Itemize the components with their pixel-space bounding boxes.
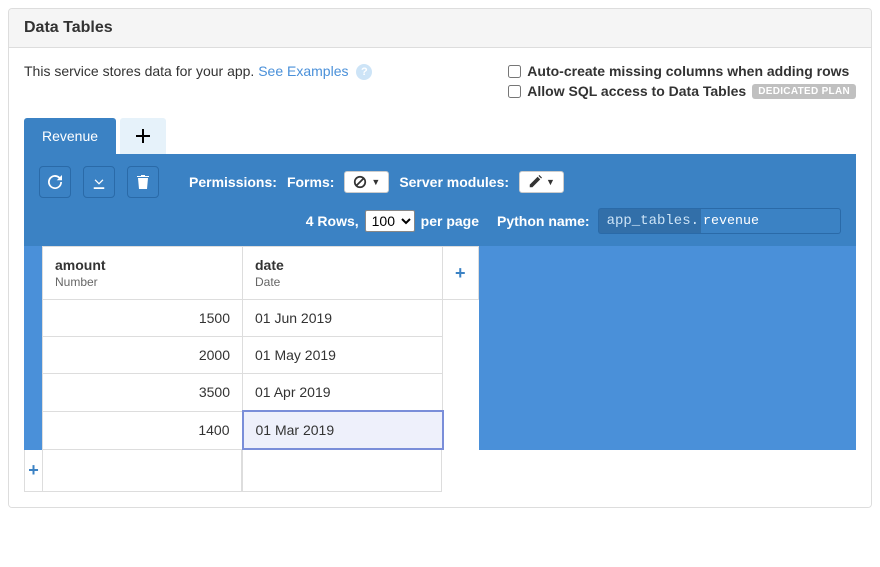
python-name-label: Python name: [497, 213, 590, 229]
sql-access-checkbox[interactable] [508, 85, 521, 98]
python-name-group: Python name: app_tables. [497, 208, 841, 234]
column-name: amount [55, 257, 106, 273]
cell-amount[interactable]: 1500 [43, 300, 243, 337]
column-type: Number [55, 275, 230, 289]
add-row-area: + [24, 450, 856, 492]
rows-count: 4 Rows, [306, 213, 359, 229]
spacer [443, 300, 479, 450]
table-row: 200001 May 2019 [43, 337, 479, 374]
table-row: 350001 Apr 2019 [43, 374, 479, 412]
download-button[interactable] [83, 166, 115, 198]
panel-header: Data Tables [9, 9, 871, 48]
left-gutter [24, 246, 42, 450]
permissions-group: Permissions: Forms: ▼ Server modules: ▼ [189, 171, 564, 193]
rows-info: 4 Rows, 102550100 per page [306, 210, 479, 232]
autocreate-label: Auto-create missing columns when adding … [527, 63, 849, 79]
add-row-button[interactable]: + [24, 450, 42, 492]
top-row: This service stores data for your app. S… [24, 63, 856, 103]
cell-amount[interactable]: 1400 [43, 411, 243, 449]
forms-label: Forms: [287, 174, 334, 190]
python-prefix: app_tables. [598, 208, 701, 234]
panel-body: This service stores data for your app. S… [9, 48, 871, 507]
plus-icon [136, 129, 150, 143]
refresh-button[interactable] [39, 166, 71, 198]
cell-amount[interactable]: 2000 [43, 337, 243, 374]
cell-date[interactable]: 01 Apr 2019 [243, 374, 443, 412]
page-size-select[interactable]: 102550100 [365, 210, 415, 232]
delete-button[interactable] [127, 166, 159, 198]
sql-access-label: Allow SQL access to Data Tables [527, 83, 746, 99]
dedicated-plan-badge: DEDICATED PLAN [752, 84, 856, 99]
forms-permission-button[interactable]: ▼ [344, 171, 389, 193]
new-row-cell[interactable] [42, 450, 242, 492]
panel-title: Data Tables [24, 19, 856, 37]
autocreate-option[interactable]: Auto-create missing columns when adding … [508, 63, 856, 79]
column-header-date[interactable]: date Date [243, 247, 443, 300]
see-examples-link[interactable]: See Examples [258, 63, 348, 79]
sql-access-option[interactable]: Allow SQL access to Data Tables DEDICATE… [508, 83, 856, 99]
plus-icon: + [455, 263, 466, 283]
cell-date[interactable]: 01 Jun 2019 [243, 300, 443, 337]
caret-down-icon: ▼ [546, 177, 555, 187]
options: Auto-create missing columns when adding … [508, 63, 856, 103]
caret-down-icon: ▼ [371, 177, 380, 187]
cell-date[interactable]: 01 Mar 2019 [243, 411, 443, 449]
permissions-label: Permissions: [189, 174, 277, 190]
pencil-icon [528, 175, 542, 189]
description-text: This service stores data for your app. [24, 63, 254, 79]
add-table-button[interactable] [120, 118, 166, 154]
data-grid: amount Number date Date + 1 [42, 246, 479, 450]
no-access-icon [353, 175, 367, 189]
per-page-label: per page [421, 213, 479, 229]
toolbar-buttons [39, 166, 159, 198]
tabs: Revenue [24, 118, 856, 154]
server-permission-button[interactable]: ▼ [519, 171, 564, 193]
description: This service stores data for your app. S… [24, 63, 372, 80]
data-tables-panel: Data Tables This service stores data for… [8, 8, 872, 508]
cell-date[interactable]: 01 May 2019 [243, 337, 443, 374]
autocreate-checkbox[interactable] [508, 65, 521, 78]
help-icon[interactable]: ? [356, 64, 372, 80]
cell-amount[interactable]: 3500 [43, 374, 243, 412]
grid-wrap: amount Number date Date + 1 [24, 246, 856, 450]
refresh-icon [48, 175, 62, 189]
server-modules-label: Server modules: [399, 174, 509, 190]
table-row: 150001 Jun 2019 [43, 300, 479, 337]
new-row-cell[interactable] [242, 450, 442, 492]
plus-icon: + [28, 460, 39, 481]
table-toolbar: Permissions: Forms: ▼ Server modules: ▼ … [24, 154, 856, 246]
download-icon [92, 175, 106, 189]
column-name: date [255, 257, 284, 273]
column-type: Date [255, 275, 430, 289]
column-header-amount[interactable]: amount Number [43, 247, 243, 300]
python-name-input[interactable] [701, 208, 841, 234]
table-row: 140001 Mar 2019 [43, 411, 479, 449]
trash-icon [137, 175, 149, 189]
tab-revenue[interactable]: Revenue [24, 118, 116, 154]
add-column-button[interactable]: + [443, 247, 479, 300]
